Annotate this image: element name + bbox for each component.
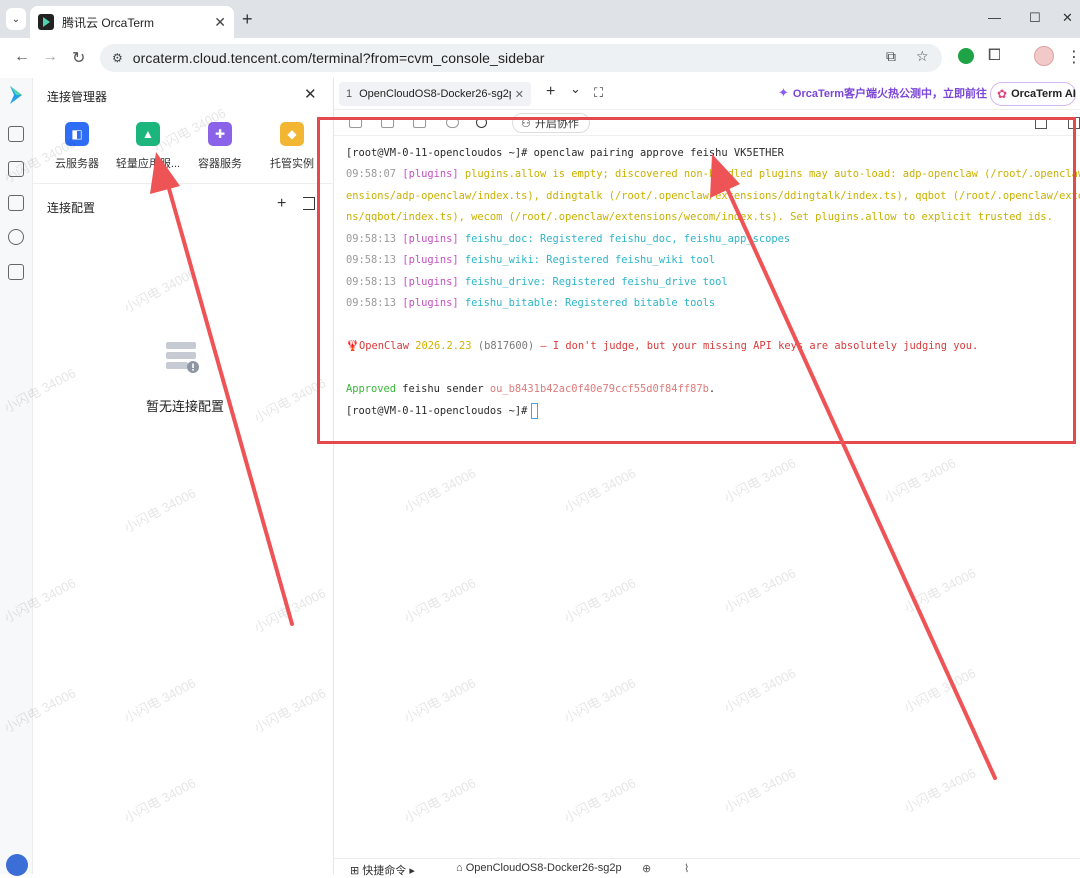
browser-menu-icon[interactable]: ⋮ [1066,47,1080,67]
sparkle-icon: ✦ [778,85,789,100]
close-tab-button[interactable]: ✕ [214,14,226,31]
client-promo-link[interactable]: ✦ OrcaTerm客户端火热公测中，立即前往 [778,85,987,101]
browser-toolbar: ← → ↻ ⚙ orcaterm.cloud.tencent.com/termi… [0,38,1080,78]
terminal-status-bar: ⊞ 快捷命令 ▸ ⌂ OpenCloudOS8-Docker26-sg2p ⊕ … [334,858,1080,877]
service-label: 容器服务 [198,158,242,170]
divider [33,183,334,184]
connection-config-title: 连接配置 [47,201,96,215]
tab-dropdown-button[interactable]: ⌄ [570,81,581,97]
empty-server-icon [166,342,199,373]
new-tab-button[interactable]: + [242,9,253,30]
service-label: 云服务器 [55,158,99,170]
orcaterm-logo-icon[interactable] [9,85,23,105]
server-icon: ⌂ [456,862,466,874]
globe-icon[interactable]: ⊕ [642,862,651,875]
bookmark-star-icon[interactable]: ☆ [916,48,929,65]
service-label: 轻量应用服... [115,158,181,170]
session-label: OpenCloudOS8-Docker26-sg2p [465,862,622,874]
shortcut-commands-button[interactable]: ⊞ 快捷命令 ▸ [350,862,415,878]
install-app-icon[interactable]: ⧉ [886,48,896,65]
chevron-down-icon: ⌄ [11,13,21,25]
service-cloud-server[interactable]: ◧ 云服务器 [42,122,112,171]
service-lighthouse[interactable]: ▲ 轻量应用服... [113,122,183,171]
terminal-tab[interactable]: 1 OpenCloudOS8-Docker26-sg2p ✕ [339,82,531,106]
cloud-server-icon: ◧ [65,122,89,146]
panel-title: 连接管理器 [47,90,108,104]
extensions-puzzle-icon[interactable]: ⧠ [988,47,1001,65]
file-list-icon[interactable] [8,161,24,177]
add-config-button[interactable]: + [277,195,286,213]
maximize-button[interactable]: ☐ [1029,10,1041,26]
back-arrow-icon[interactable]: ← [14,48,30,66]
managed-instance-icon: ◆ [280,122,304,146]
connection-manager-icon[interactable] [8,195,24,211]
tab-number: 1 [346,88,353,100]
browser-tab-strip: ⌄ 腾讯云 OrcaTerm ✕ + — ☐ ✕ [0,0,1080,38]
caret-right-icon: ▸ [406,865,415,877]
annotation-highlight-box [317,117,1076,444]
tab-search-button[interactable]: ⌄ [6,8,26,30]
promo-text: OrcaTerm客户端火热公测中，立即前往 [792,88,988,100]
plugin-puzzle-icon[interactable] [8,264,24,280]
command-icon: ⊞ [350,865,363,877]
profile-avatar-icon[interactable] [1034,46,1054,66]
close-panel-button[interactable]: ✕ [304,85,317,103]
browser-tab-title: 腾讯云 OrcaTerm [62,15,155,30]
connection-manager-panel: 连接管理器 ✕ ◧ 云服务器 ▲ 轻量应用服... ✚ 容器服务 ◆ 托管实例 … [33,78,334,874]
site-info-icon[interactable]: ⚙ [112,51,123,65]
status-session[interactable]: ⌂ OpenCloudOS8-Docker26-sg2p [456,862,622,874]
extension-check-icon[interactable] [958,48,974,64]
ai-button-label: OrcaTerm AI [1011,88,1076,100]
network-nodes-icon[interactable] [8,229,24,245]
reload-icon[interactable]: ↻ [72,48,85,68]
close-terminal-tab-button[interactable]: ✕ [515,88,524,101]
app-left-rail [0,78,33,876]
fullscreen-icon[interactable]: ⛶ [594,85,603,101]
import-config-icon[interactable] [303,197,315,210]
lighthouse-icon: ▲ [136,122,160,146]
add-terminal-tab-button[interactable]: + [546,83,555,101]
container-icon: ✚ [208,122,232,146]
ai-icon: ✿ [997,87,1008,101]
minimize-button[interactable]: — [988,10,1001,25]
empty-state-text: 暂无连接配置 [145,399,224,414]
browser-tab[interactable]: 腾讯云 OrcaTerm ✕ [30,6,234,38]
close-window-button[interactable]: ✕ [1062,10,1073,26]
dashboard-grid-icon[interactable] [8,126,24,142]
orcaterm-ai-button[interactable]: ✿ OrcaTerm AI [990,82,1076,106]
user-avatar[interactable] [6,854,28,876]
chart-icon[interactable]: ⌇ [684,862,689,875]
url-text[interactable]: orcaterm.cloud.tencent.com/terminal?from… [133,50,545,66]
forward-arrow-icon[interactable]: → [42,48,58,66]
service-container[interactable]: ✚ 容器服务 [185,122,255,171]
shortcut-label: 快捷命令 [362,865,407,877]
address-bar[interactable]: ⚙ orcaterm.cloud.tencent.com/terminal?fr… [100,44,942,72]
orcaterm-favicon-icon [38,14,54,30]
terminal-tab-title: OpenCloudOS8-Docker26-sg2p [359,88,511,100]
terminal-tab-bar: 1 OpenCloudOS8-Docker26-sg2p ✕ + ⌄ ⛶ ✦ O… [334,78,1080,110]
